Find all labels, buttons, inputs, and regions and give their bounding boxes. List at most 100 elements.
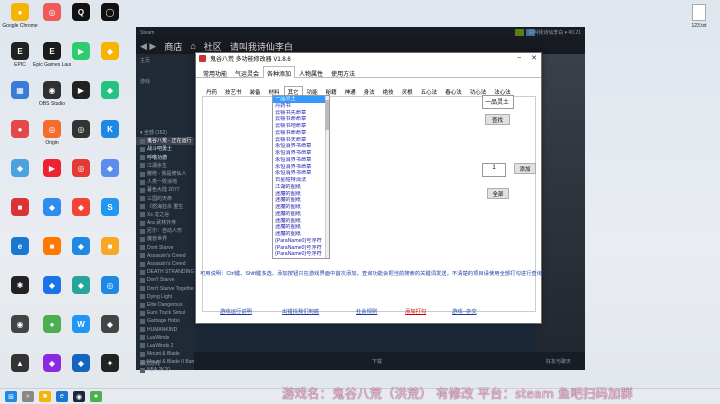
listbox-item[interactable]: 云顿书地命章 <box>273 123 329 130</box>
trainer-tab[interactable]: 人物属性 <box>295 66 327 78</box>
back-forward-icon[interactable]: ◀ ▶ <box>140 41 156 52</box>
listbox-item[interactable]: 云顿书先命章 <box>273 110 329 117</box>
desktop-shortcut[interactable]: ✦ <box>91 351 129 385</box>
listbox-item[interactable]: 丹药书 <box>273 103 329 110</box>
nav-home-icon[interactable]: ⌂ <box>190 41 195 51</box>
downloads-button[interactable]: 下载 <box>372 358 382 365</box>
library-game-item[interactable]: 《怒海狂杀 重生 <box>136 203 194 211</box>
link-2[interactable]: 出错找我们到底 <box>282 307 319 315</box>
listbox-item[interactable]: 迷魔的图纸 <box>273 204 329 211</box>
desktop-shortcut[interactable]: ■ <box>91 234 129 268</box>
listbox-item[interactable]: 云顿书天命章 <box>273 137 329 144</box>
library-game-item[interactable]: Garbage Hobo <box>136 317 194 325</box>
listbox-item[interactable]: 江湖的图纸 <box>273 184 329 191</box>
library-home[interactable]: 主页 <box>136 54 194 67</box>
listbox-item[interactable]: 永恒消界书命章 <box>273 170 329 177</box>
trainer-subtab[interactable]: 技艺书 <box>221 86 246 96</box>
close-icon[interactable]: ✕ <box>531 54 537 62</box>
start-icon[interactable]: ⊞ <box>5 391 17 402</box>
nav-user[interactable]: 请叫我诗仙李白 <box>230 40 293 53</box>
desktop-shortcut[interactable]: S <box>91 195 129 229</box>
trainer-subtab[interactable]: 灵根 <box>398 86 417 96</box>
listbox-item[interactable]: 迷魔的图纸 <box>273 191 329 198</box>
trainer-subtab[interactable]: 春心法 <box>441 86 466 96</box>
listbox-item[interactable]: 云顿书命命章 <box>273 130 329 137</box>
trainer-subtab[interactable]: 五心法 <box>417 86 442 96</box>
listbox-item[interactable]: 永恒消界书命章 <box>273 143 329 150</box>
listbox-item[interactable]: 云顿书命命章 <box>273 116 329 123</box>
listbox-item[interactable]: 永恒消界书命章 <box>273 150 329 157</box>
link-5[interactable]: 游戏--杂交 <box>452 307 477 315</box>
listbox-item[interactable]: {ParaName0}号浮符 <box>273 251 329 258</box>
library-game-item[interactable]: 三国的天命 <box>136 195 194 203</box>
library-game-item[interactable]: Dying Light <box>136 293 194 301</box>
item-listbox[interactable]: 一品灵土 丹药书 云顿书先命章 云顿书命命章 云顿书地命章 云顿书命命章 云顿书天命章 永恒消… <box>272 95 330 259</box>
library-game-item[interactable]: Euro Truck Simul <box>136 309 194 317</box>
library-game-item[interactable]: Assassin's Creed <box>136 252 194 260</box>
listbox-item[interactable]: {ParaName0}号浮符 <box>273 238 329 245</box>
listbox-item[interactable]: 一品灵土 <box>273 96 329 103</box>
desktop-shortcut[interactable]: ◯ <box>91 0 129 34</box>
desktop-shortcut[interactable]: ◎ <box>91 273 129 307</box>
library-game-item[interactable]: Xs 龙之谷 <box>136 211 194 219</box>
search-icon[interactable]: ⌕ <box>22 391 34 402</box>
library-game-item[interactable]: 人类一败涂地 <box>136 178 194 186</box>
library-game-item[interactable]: HUMANKIND <box>136 326 194 334</box>
trainer-subtab[interactable]: 装备 <box>246 86 265 96</box>
trainer-tab[interactable]: 使用方法 <box>327 66 359 78</box>
listbox-item[interactable]: {ParaName0}号浮符 <box>273 258 329 259</box>
trainer-tab[interactable]: 气运灵会 <box>231 66 263 78</box>
trainer-tab[interactable]: 常用功能 <box>199 66 231 78</box>
friends-chat-button[interactable]: 好友与聊天 <box>546 358 571 365</box>
trainer-subtab[interactable]: 身法 <box>360 86 379 96</box>
listbox-item[interactable]: 迷魔的图纸 <box>273 211 329 218</box>
library-game-item[interactable]: 战斗吧勇士 <box>136 145 194 153</box>
edge-icon[interactable]: e <box>56 391 68 402</box>
link-3[interactable]: 社会规则 <box>356 307 377 315</box>
library-game-item[interactable]: Ara 武林外传 <box>136 219 194 227</box>
listbox-item[interactable]: 永恒消界书命章 <box>273 164 329 171</box>
listbox-item[interactable]: {ParaName0}号浮符 <box>273 245 329 252</box>
link-1[interactable]: 游戏运行说明 <box>220 307 252 315</box>
steam-icon[interactable]: ◉ <box>73 391 85 402</box>
listbox-item[interactable]: 永恒消界书命章 <box>273 157 329 164</box>
listbox-scrollbar[interactable] <box>325 96 329 258</box>
library-game-item[interactable]: LuaWinds <box>136 334 194 342</box>
library-game-item[interactable]: Don't Starve <box>136 276 194 284</box>
minimize-icon[interactable]: – <box>517 54 521 62</box>
search-field[interactable]: 一品灵土 <box>482 95 514 109</box>
library-game-item[interactable]: 尼尔：自动人形 <box>136 227 194 235</box>
library-game-item[interactable]: Assassin's Creed <box>136 260 194 268</box>
search-button[interactable]: 查找 <box>485 114 510 125</box>
desktop-shortcut[interactable]: ◆ <box>91 39 129 73</box>
trainer-subtab[interactable]: 丹药 <box>202 86 221 96</box>
library-game-item[interactable]: NBA 2K20 <box>136 366 194 374</box>
library-game-item[interactable]: Elite Dangerous <box>136 301 194 309</box>
listbox-item[interactable]: 迷魔的图纸 <box>273 224 329 231</box>
listbox-item[interactable]: 迷魔的图纸 <box>273 218 329 225</box>
nav-community[interactable]: 社区 <box>204 40 222 53</box>
library-game-item[interactable]: Don't Starve Together <box>136 285 194 293</box>
library-game-item[interactable]: 呼噜功德 <box>136 154 194 162</box>
listbox-item[interactable]: 迷魔的图纸 <box>273 197 329 204</box>
file-explorer-icon[interactable]: ■ <box>39 391 51 402</box>
library-game-item[interactable]: DEATH STRANDING <box>136 268 194 276</box>
trainer-subtab[interactable]: 神通 <box>341 86 360 96</box>
trainer-tab[interactable]: 各种添加 <box>263 66 296 78</box>
listbox-item[interactable]: 迷魔的图纸 <box>273 231 329 238</box>
desktop-file-icon[interactable]: 123.txt <box>684 4 714 29</box>
all-button[interactable]: 全部 <box>487 188 509 199</box>
library-game-item[interactable]: 暮色大陆 2077 <box>136 186 194 194</box>
add-game-button[interactable]: 添加游戏 <box>140 360 160 367</box>
link-4[interactable]: 添加打勾 <box>405 307 426 315</box>
library-game-item[interactable]: LuaWinds 2 <box>136 342 194 350</box>
library-game-item[interactable]: Mount & Blade <box>136 350 194 358</box>
trainer-subtab[interactable]: 绝技 <box>379 86 398 96</box>
desktop-shortcut[interactable]: K <box>91 117 129 151</box>
desktop-shortcut[interactable]: ◆ <box>91 78 129 112</box>
library-game-item[interactable]: 散修 - 我是修仙人 <box>136 170 194 178</box>
steam-user-badge[interactable]: 请叫我诗仙李白 ▾ ¥0.21 <box>528 29 581 36</box>
library-game-item[interactable]: 魔兽世界 <box>136 235 194 243</box>
library-game-item[interactable]: 鬼谷八荒 - 正在运行 <box>136 137 194 146</box>
library-game-item[interactable]: 江湖余生 <box>136 162 194 170</box>
